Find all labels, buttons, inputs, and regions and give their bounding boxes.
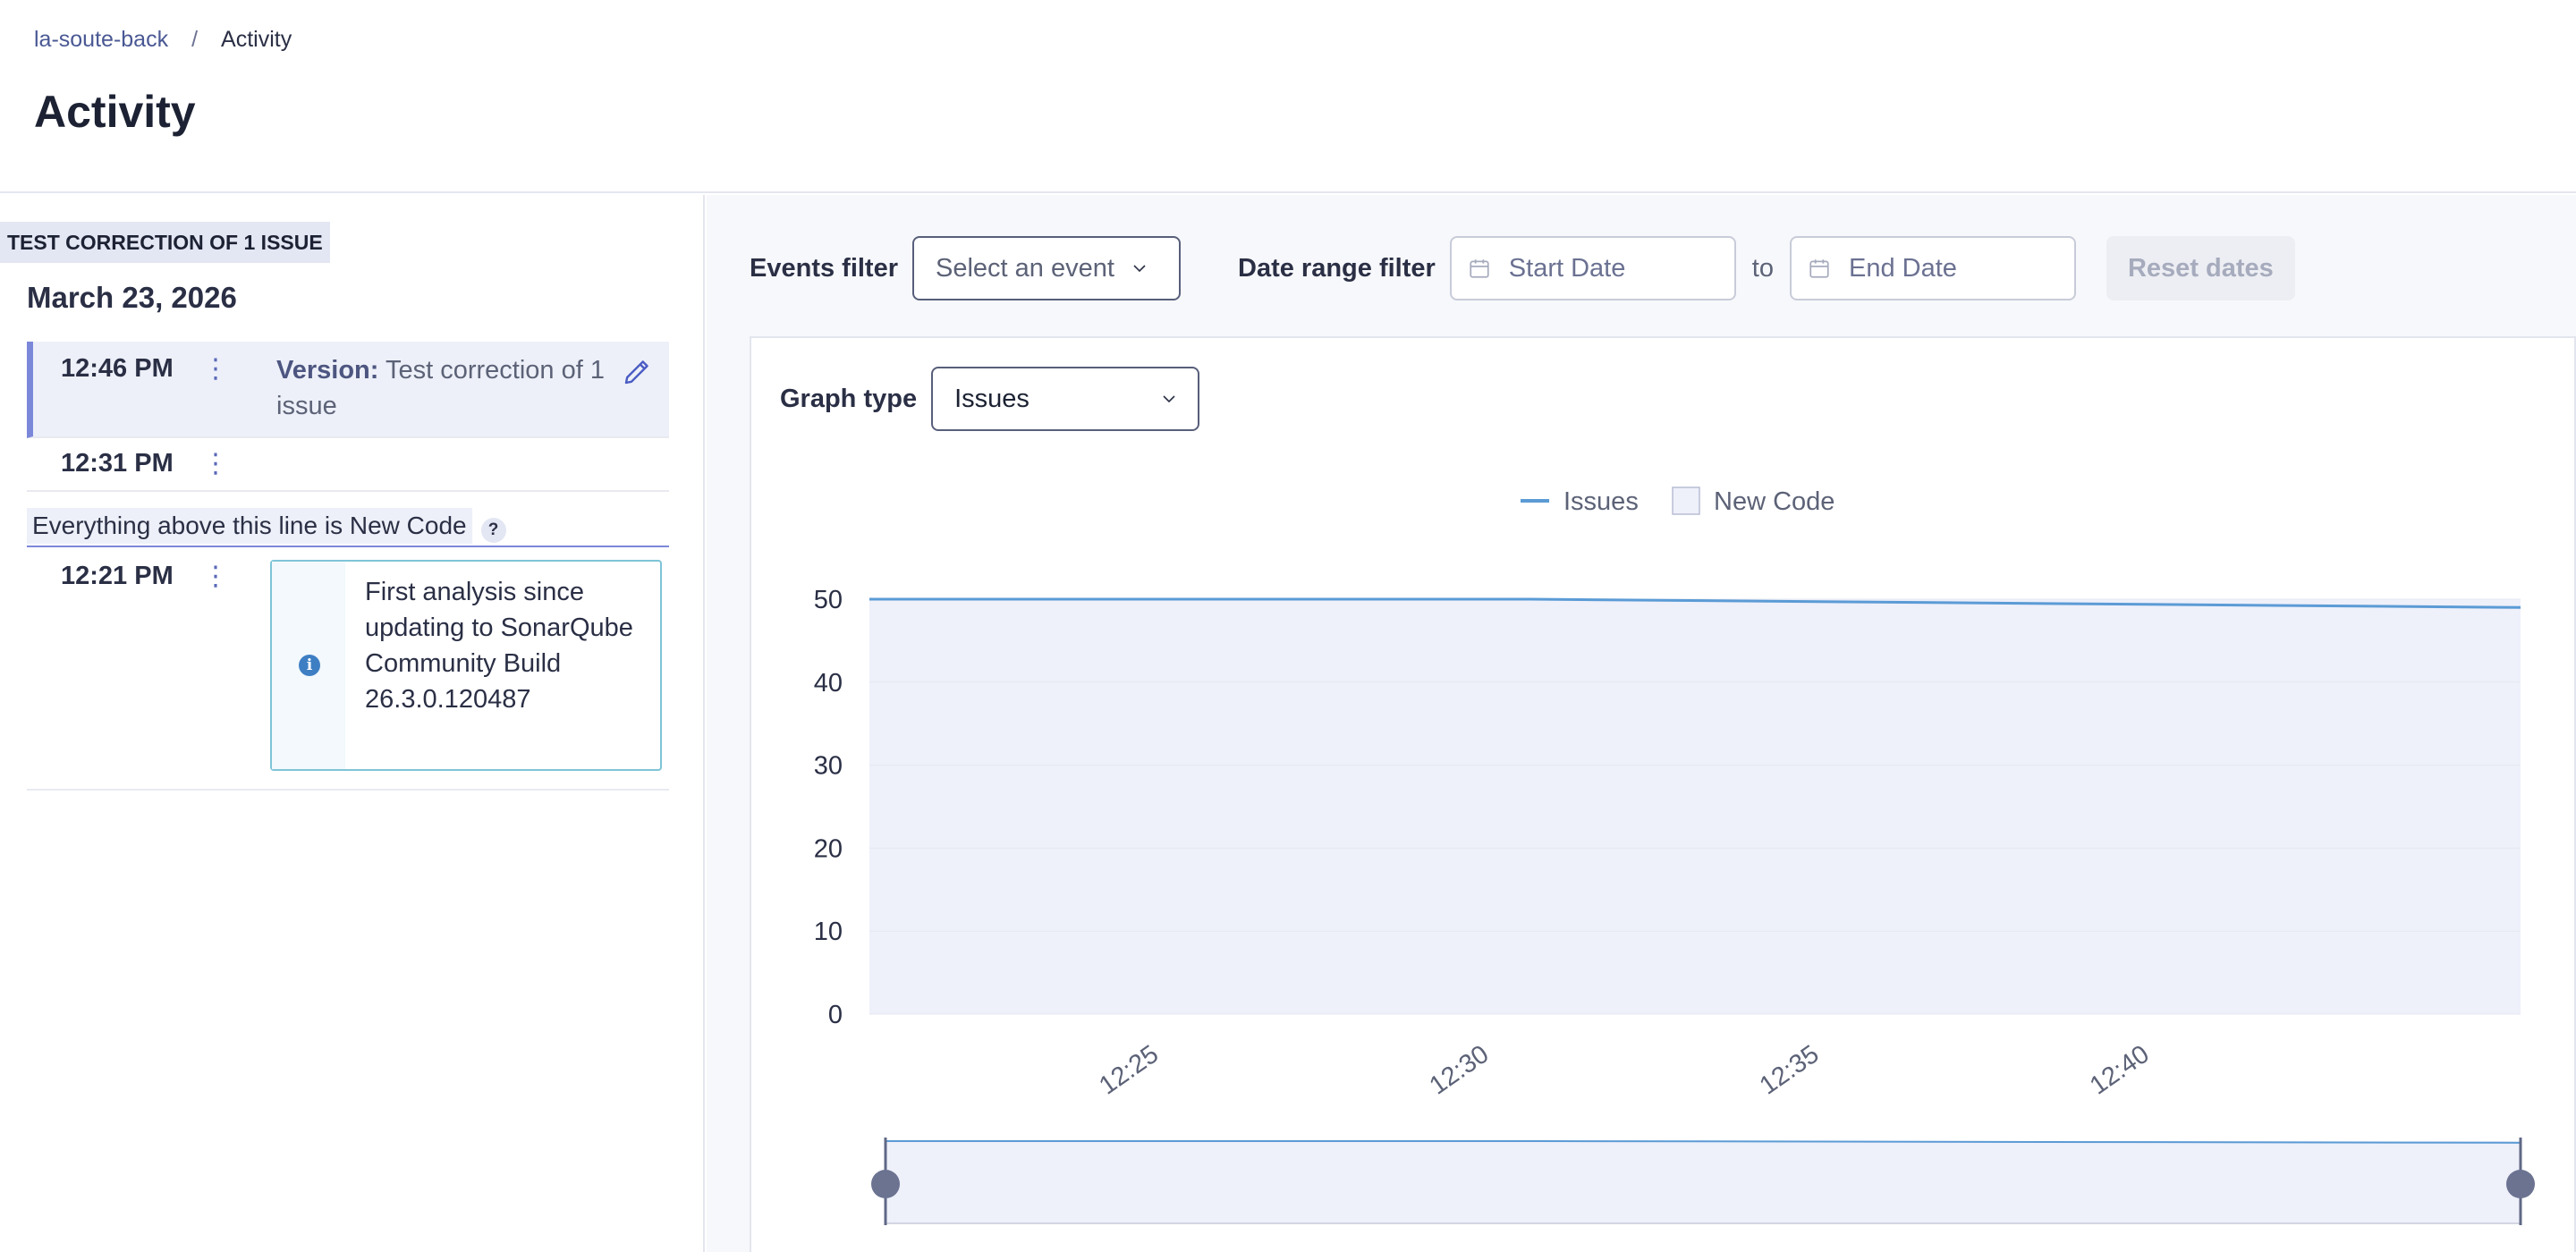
calendar-icon	[1470, 259, 1489, 278]
start-date-input[interactable]: Start Date	[1449, 236, 1736, 300]
calendar-icon	[1809, 259, 1829, 278]
graph-card: Graph type Issues 0 10 20 30 40 50 12:25 12:30 1…	[750, 336, 2576, 1252]
project-activity-history: TEST CORRECTION OF 1 ISSUE March 23, 202…	[0, 195, 705, 1252]
x-tick-label: 12:35	[1755, 1040, 1825, 1101]
chevron-down-icon	[1133, 265, 1146, 273]
history-event-row[interactable]: 12:31 PM ⋮	[27, 438, 669, 492]
new-code-separator: Everything above this line is New Code?	[27, 506, 669, 547]
events-filter-select[interactable]: Select an event	[912, 236, 1181, 300]
history-event-row[interactable]: 12:46 PM ⋮ Version: Test correction of 1…	[27, 342, 669, 438]
y-tick-label: 0	[828, 1001, 843, 1029]
event-time: 12:46 PM	[61, 354, 174, 383]
event-time: 12:21 PM	[61, 562, 174, 590]
event-info-text: First analysis since updating to SonarQu…	[365, 578, 633, 714]
y-tick-label: 40	[814, 669, 843, 698]
event-menu-button[interactable]: ⋮	[202, 563, 229, 590]
history-event-row[interactable]: 12:21 PM ⋮ i First analysis since updati…	[27, 549, 669, 791]
x-tick-label: 12:25	[1094, 1040, 1164, 1101]
breadcrumb-current: Activity	[221, 27, 292, 52]
x-tick-label: 12:40	[2085, 1040, 2155, 1101]
y-tick-label: 10	[814, 918, 843, 946]
legend-new-code-label: New Code	[1714, 487, 1835, 516]
x-tick-label: 12:30	[1424, 1040, 1494, 1101]
event-info-box: i First analysis since updating to Sonar…	[270, 560, 662, 771]
y-tick-label: 30	[814, 752, 843, 781]
start-date-placeholder: Start Date	[1508, 253, 1626, 283]
activity-graph-panel: Events filter Select an event Date range…	[707, 195, 2576, 1252]
date-range-filter-label: Date range filter	[1238, 253, 1436, 283]
version-tag: TEST CORRECTION OF 1 ISSUE	[0, 222, 330, 263]
event-menu-button[interactable]: ⋮	[202, 356, 229, 383]
end-date-input[interactable]: End Date	[1789, 236, 2076, 300]
date-heading: March 23, 2026	[27, 281, 237, 314]
zoom-brush-right-handle[interactable]	[2506, 1170, 2535, 1198]
y-tick-label: 20	[814, 834, 843, 863]
date-range-to-label: to	[1751, 253, 1774, 283]
legend-issues-label: Issues	[1563, 487, 1639, 516]
new-code-area	[869, 599, 2521, 1014]
help-icon[interactable]: ?	[480, 517, 506, 543]
info-icon-column: i	[272, 562, 345, 769]
zoom-brush-left-handle[interactable]	[871, 1170, 900, 1198]
breadcrumb-project-link[interactable]: la-soute-back	[34, 27, 168, 53]
info-icon: i	[299, 655, 320, 676]
page-header: la-soute-back / Activity Activity	[0, 0, 2576, 193]
reset-dates-button[interactable]: Reset dates	[2106, 236, 2295, 300]
end-date-placeholder: End Date	[1848, 253, 1957, 283]
events-filter-value: Select an event	[936, 253, 1114, 283]
event-time: 12:31 PM	[61, 449, 174, 478]
edit-event-button[interactable]	[621, 356, 653, 388]
y-tick-label: 50	[814, 586, 843, 614]
breadcrumb-separator: /	[191, 27, 199, 52]
filters-bar: Events filter Select an event Date range…	[750, 236, 2295, 300]
page-title: Activity	[34, 87, 196, 137]
breadcrumb: la-soute-back / Activity	[34, 27, 292, 53]
event-description: Version: Test correction of 1 issue	[276, 352, 607, 424]
pencil-icon	[624, 360, 648, 385]
zoom-brush-area	[886, 1141, 2521, 1223]
new-code-label: Everything above this line is New Code	[27, 508, 472, 544]
events-filter-label: Events filter	[750, 253, 898, 283]
legend-new-code-swatch	[1672, 486, 1700, 515]
event-version-label: Version:	[276, 356, 379, 385]
issues-chart: 0 10 20 30 40 50 12:25 12:30 12:35 12:40 Issues New…	[814, 486, 2535, 1225]
event-menu-button[interactable]: ⋮	[202, 451, 229, 478]
